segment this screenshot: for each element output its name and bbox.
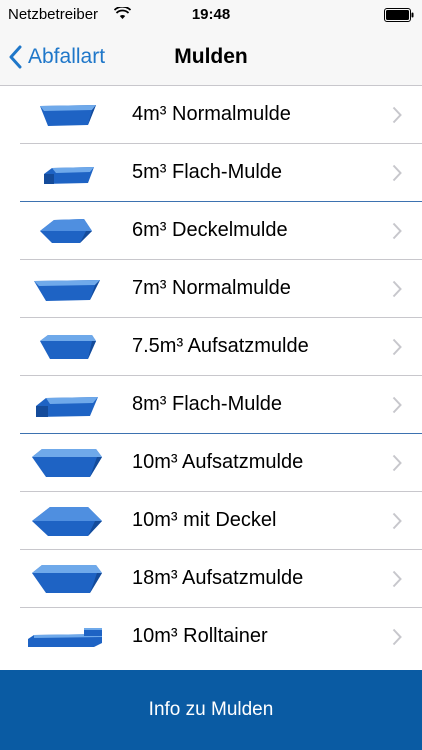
- list-item[interactable]: 5m³ Flach-Mulde: [0, 144, 422, 202]
- rolltainer-icon: [28, 628, 102, 647]
- deckelmulde-icon: [32, 507, 102, 536]
- aufsatzmulde-icon: [32, 565, 102, 593]
- aufsatzmulde-icon: [32, 449, 102, 477]
- list-item-label: 8m³ Flach-Mulde: [132, 393, 283, 415]
- chevron-right-icon: [392, 454, 402, 472]
- status-time: 19:48: [191, 6, 231, 23]
- battery-icon: [384, 8, 414, 22]
- chevron-right-icon: [392, 628, 402, 646]
- normalmulde-icon: [34, 280, 100, 301]
- list-item-label: 7m³ Normalmulde: [132, 277, 291, 299]
- list-item[interactable]: 10m³ Aufsatzmulde: [0, 434, 422, 492]
- chevron-right-icon: [392, 280, 402, 298]
- list-item[interactable]: 6m³ Deckelmulde: [0, 202, 422, 260]
- list-item[interactable]: 7m³ Normalmulde: [0, 260, 422, 318]
- container-list: 4m³ Normalmulde 5m³ Flach-Mulde 6m³ Deck…: [0, 86, 422, 666]
- chevron-right-icon: [392, 222, 402, 240]
- list-item[interactable]: 18m³ Aufsatzmulde: [0, 550, 422, 608]
- info-button-label: Info zu Mulden: [148, 699, 274, 720]
- list-item[interactable]: 10m³ Rolltainer: [0, 608, 422, 666]
- page-title: Mulden: [174, 45, 248, 68]
- chevron-right-icon: [392, 106, 402, 124]
- normalmulde-icon: [40, 105, 96, 126]
- list-item-label: 10m³ Rolltainer: [132, 625, 268, 647]
- info-button[interactable]: Info zu Mulden: [0, 670, 422, 750]
- chevron-right-icon: [392, 512, 402, 530]
- chevron-right-icon: [392, 338, 402, 356]
- chevron-right-icon: [392, 570, 402, 588]
- aufsatzmulde-icon: [40, 335, 96, 359]
- list-item-label: 5m³ Flach-Mulde: [132, 161, 283, 183]
- list-item[interactable]: 8m³ Flach-Mulde: [0, 376, 422, 434]
- list-item-label: 18m³ Aufsatzmulde: [132, 567, 304, 589]
- list-item[interactable]: 4m³ Normalmulde: [0, 86, 422, 144]
- status-bar: Netzbetreiber 19:48: [0, 0, 422, 30]
- list-item-label: 10m³ mit Deckel: [132, 509, 277, 531]
- list-item-label: 10m³ Aufsatzmulde: [132, 451, 304, 473]
- flachmulde-icon: [44, 167, 94, 184]
- list-item-label: 4m³ Normalmulde: [132, 103, 291, 125]
- flachmulde-icon: [36, 397, 98, 417]
- list-item[interactable]: 7.5m³ Aufsatzmulde: [0, 318, 422, 376]
- deckelmulde-icon: [40, 219, 92, 243]
- chevron-right-icon: [392, 396, 402, 414]
- list-item-label: 7.5m³ Aufsatzmulde: [132, 335, 309, 357]
- navigation-bar: Abfallart Mulden: [0, 30, 422, 86]
- chevron-right-icon: [392, 164, 402, 182]
- list-item[interactable]: 10m³ mit Deckel: [0, 492, 422, 550]
- list-item-label: 6m³ Deckelmulde: [132, 219, 288, 241]
